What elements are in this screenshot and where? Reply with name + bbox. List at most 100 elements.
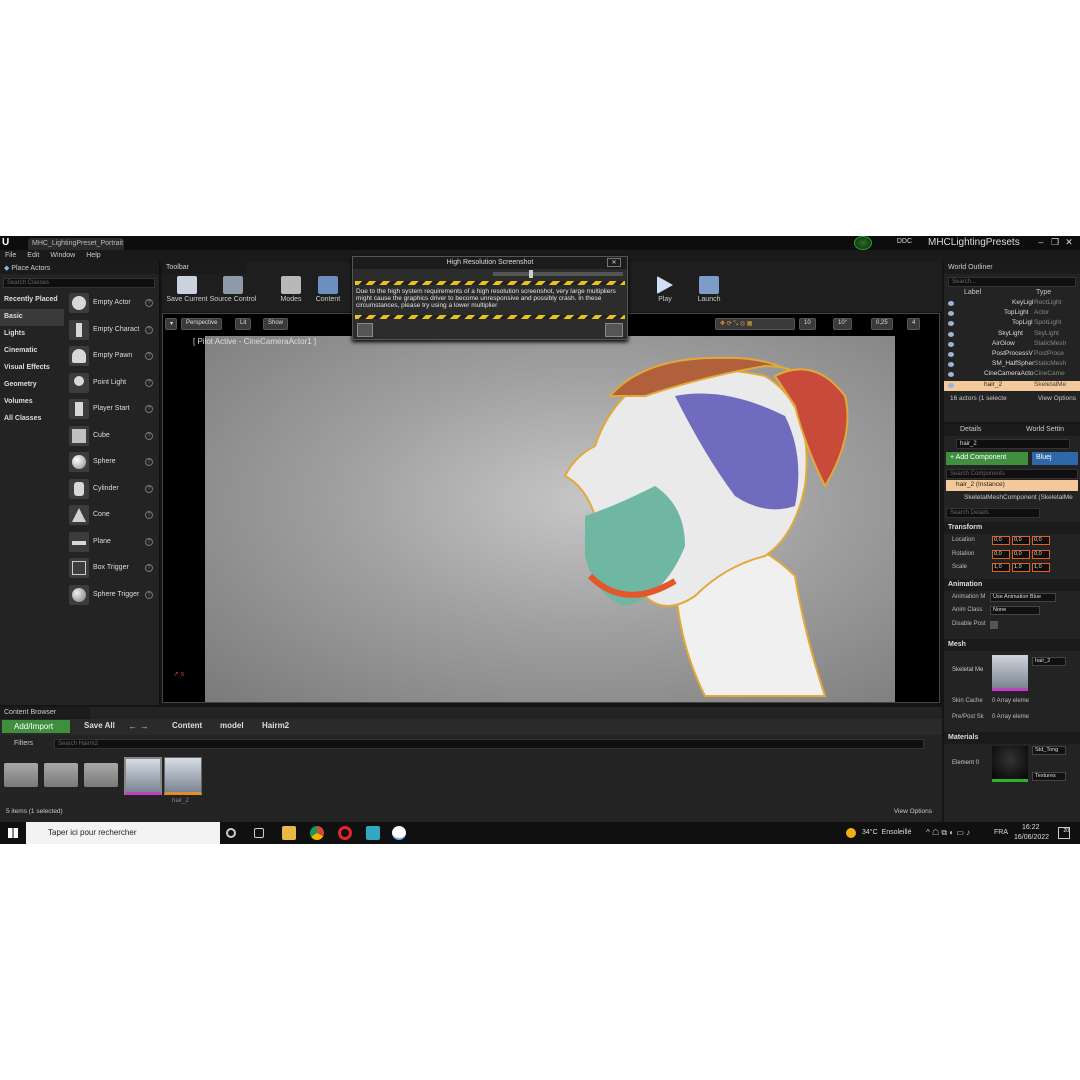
toolbar-tab[interactable]: Toolbar [162, 262, 246, 274]
col-label[interactable]: Label [964, 289, 981, 296]
asset-item[interactable] [164, 757, 202, 795]
category-recently-placed[interactable]: Recently Placed [0, 292, 64, 309]
help-icon[interactable]: ? [145, 325, 153, 334]
location-label[interactable]: Location [952, 537, 975, 543]
category-volumes[interactable]: Volumes [0, 394, 64, 411]
add-component-button[interactable]: + Add Component [946, 452, 1028, 465]
task-view-icon[interactable] [254, 828, 264, 838]
chrome-icon[interactable] [310, 826, 324, 840]
back-forward-icon[interactable]: ← → [128, 721, 149, 731]
outliner-row[interactable]: AirGlow StaticMesh [944, 340, 1080, 350]
actor-item[interactable]: Cube? [67, 423, 159, 450]
col-type[interactable]: Type [1036, 289, 1051, 296]
category-geometry[interactable]: Geometry [0, 377, 64, 394]
actor-name-field[interactable]: hair_2 [956, 439, 1070, 449]
outliner-view-options[interactable]: View Options [1038, 395, 1076, 402]
search-classes-input[interactable]: Search Classes [3, 278, 155, 288]
actor-item[interactable]: Point Light? [67, 370, 159, 397]
textures-dropdown[interactable]: Textures [1032, 772, 1066, 781]
visibility-icon[interactable] [948, 331, 954, 337]
path-hairm2[interactable]: Hairm2 [262, 721, 289, 730]
scale-x[interactable]: 1,0 [992, 563, 1010, 572]
viewport-render[interactable] [205, 336, 895, 702]
rotation-label[interactable]: Rotation [952, 551, 974, 557]
anim-class-dropdown[interactable]: None [990, 606, 1040, 615]
level-viewport[interactable]: ▾ Perspective Lit Show 10 10° 0,25 4 ✥ ⟳… [162, 313, 940, 703]
help-icon[interactable]: ? [145, 352, 153, 360]
close-icon[interactable]: ✕ [1064, 237, 1074, 247]
place-actors-tab[interactable]: ◆ Place Actors [0, 262, 159, 274]
skeletal-mesh-dropdown[interactable]: hair_2 [1032, 657, 1066, 666]
menu-edit[interactable]: Edit [22, 250, 45, 259]
outliner-row-selected[interactable]: hair_2 SkeletalMe [944, 380, 1080, 391]
visibility-icon[interactable] [948, 382, 954, 388]
help-icon[interactable]: ? [145, 299, 153, 307]
rotation-z[interactable]: 0,0 [1032, 549, 1050, 559]
help-icon[interactable]: ? [145, 431, 153, 440]
materials-section[interactable]: Materials [944, 732, 1080, 744]
location-z[interactable]: 0,0 [1032, 536, 1050, 545]
instance-row[interactable]: hair_2 (Instance) [946, 480, 1078, 491]
actor-item[interactable]: Empty Actor? [67, 290, 159, 317]
save-current-button[interactable]: Save Current [162, 276, 212, 310]
help-icon[interactable]: ? [145, 405, 153, 413]
content-view-options[interactable]: View Options [894, 808, 932, 815]
disable-post-checkbox[interactable] [990, 620, 998, 629]
add-import-button[interactable]: Add/Import [2, 720, 70, 733]
help-icon[interactable]: ? [145, 511, 153, 519]
actor-item[interactable]: Cylinder? [67, 476, 159, 503]
multiplier-slider[interactable] [493, 270, 623, 278]
scale-snap-button[interactable]: 0,25 [871, 318, 893, 330]
viewport-options-button[interactable]: ▾ [165, 318, 177, 330]
take-screenshot-button[interactable] [605, 323, 623, 337]
content-search-input[interactable]: Search Hairm2 [54, 739, 924, 749]
visibility-icon[interactable] [948, 341, 954, 347]
actor-item[interactable]: Sphere? [67, 449, 159, 476]
file-explorer-icon[interactable] [282, 826, 296, 840]
transform-section[interactable]: Transform [944, 522, 1080, 534]
visibility-icon[interactable] [948, 321, 954, 327]
asset-item-selected[interactable] [124, 757, 162, 795]
slider-handle[interactable] [529, 270, 533, 278]
clock-date[interactable]: 16/06/2022 [1014, 834, 1049, 841]
help-icon[interactable]: ? [145, 378, 153, 387]
skeletal-mesh-thumbnail[interactable] [992, 655, 1028, 691]
help-icon[interactable]: ? [145, 484, 153, 493]
material-thumbnail[interactable] [992, 746, 1028, 782]
anim-mode-dropdown[interactable]: Use Animation Blue [990, 592, 1056, 602]
world-outliner-tab[interactable]: World Outliner [944, 262, 1080, 274]
visibility-icon[interactable] [948, 301, 954, 306]
clock-time[interactable]: 16:22 [1022, 824, 1040, 831]
camera-speed-button[interactable]: 4 [907, 318, 921, 330]
menu-file[interactable]: File [0, 250, 22, 259]
outliner-search-input[interactable]: Search... [948, 277, 1076, 287]
visibility-icon[interactable] [948, 351, 954, 357]
category-cinematic[interactable]: Cinematic [0, 343, 64, 360]
path-content[interactable]: Content [172, 721, 202, 730]
actor-item[interactable]: Sphere Trigger? [67, 582, 159, 609]
outliner-row[interactable]: TopLight Actor [944, 309, 1080, 319]
visibility-icon[interactable] [948, 372, 954, 378]
help-icon[interactable]: ? [145, 564, 153, 572]
search-components-input[interactable]: Search Components [946, 469, 1078, 479]
category-all-classes[interactable]: All Classes [0, 411, 64, 428]
folder-item[interactable] [44, 763, 78, 787]
actor-item[interactable]: Plane? [67, 529, 159, 556]
outliner-row[interactable]: SkyLight SkyLight [944, 330, 1080, 340]
weather-text[interactable]: 34°C Ensoleillé [862, 829, 912, 836]
folder-item[interactable] [4, 763, 38, 787]
material-dropdown[interactable]: Std_Tong [1032, 746, 1066, 755]
rotation-y[interactable]: 0,0 [1012, 549, 1030, 559]
scale-z[interactable]: 1,0 [1032, 563, 1050, 572]
outliner-row[interactable]: SM_HalfSpher StaticMesh [944, 360, 1080, 370]
perspective-button[interactable]: Perspective [181, 318, 223, 330]
location-y[interactable]: 0,0 [1012, 536, 1030, 545]
category-lights[interactable]: Lights [0, 326, 64, 343]
visibility-icon[interactable] [948, 311, 954, 317]
language-indicator[interactable]: FRA [994, 829, 1008, 836]
rotation-snap-button[interactable]: 10° [833, 318, 853, 330]
details-tab[interactable]: Details [960, 426, 981, 433]
outliner-row[interactable]: TopLigl SpotLight [944, 319, 1080, 329]
location-x[interactable]: 0,0 [992, 536, 1010, 545]
search-details-input[interactable]: Search Details [946, 508, 1040, 518]
